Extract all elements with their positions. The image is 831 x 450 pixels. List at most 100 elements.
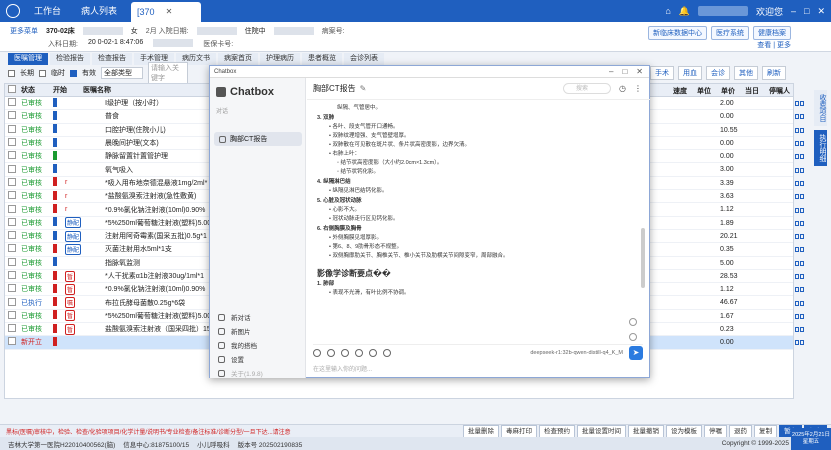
row-checkbox[interactable] [8,217,16,226]
list-icon[interactable] [795,114,799,120]
menu-about[interactable]: 关于(1.9.8) [218,366,263,380]
image-icon[interactable] [327,348,335,357]
header-price[interactable]: 单价 [721,86,745,96]
menu-new-image[interactable]: 新图片 [218,324,263,338]
row-checkbox[interactable] [8,204,16,213]
tab-case-home[interactable]: 病案首页 [218,53,258,65]
action-button[interactable]: 批量设置时间 [577,424,626,438]
list-icon[interactable] [795,327,799,333]
chat-search-input[interactable]: 搜索 [563,83,612,94]
tab-orders[interactable]: 医嘱管理 [8,53,48,65]
link-icon[interactable] [355,348,363,357]
list-icon[interactable] [795,127,799,133]
detail-icon[interactable] [800,207,804,213]
list-icon[interactable] [795,247,799,253]
action-button[interactable]: 退药 [729,424,752,438]
chat-input[interactable]: 在这里输入你的问题... [313,364,372,373]
detail-icon[interactable] [800,220,804,226]
header-start[interactable]: 开始 [53,85,83,95]
list-icon[interactable] [795,194,799,200]
clinical-data-center-button[interactable]: 新临床数据中心 [648,26,707,40]
bell-icon[interactable]: 🔔 [679,6,690,17]
row-checkbox[interactable] [8,138,16,147]
detail-icon[interactable] [800,194,804,200]
list-icon[interactable] [795,313,799,319]
row-checkbox[interactable] [8,257,16,266]
side-tab-charges[interactable]: 收费项目 [814,90,827,126]
health-record-button[interactable]: 健康档案 [753,26,791,40]
header-unit[interactable]: 单位 [697,86,721,96]
send-button[interactable]: ➤ [629,345,643,360]
list-icon[interactable] [795,207,799,213]
action-button[interactable]: 设为模板 [666,424,702,438]
tab-overview[interactable]: 患者概览 [302,53,342,65]
list-icon[interactable] [795,180,799,186]
select-all-checkbox[interactable] [8,85,16,93]
longterm-checkbox[interactable] [8,69,15,77]
detail-icon[interactable] [800,313,804,319]
row-checkbox[interactable] [8,231,16,240]
action-button[interactable]: 复制 [754,424,777,438]
action-button[interactable]: 批量撤销 [628,424,664,438]
more-icon[interactable]: ⋮ [634,84,642,93]
valid-checkbox[interactable] [70,69,77,77]
detail-icon[interactable] [800,340,804,346]
tab-patient-list[interactable]: 病人列表 [75,0,123,22]
detail-icon[interactable] [800,114,804,120]
close-icon[interactable]: ✕ [166,2,173,22]
maximize-icon[interactable]: □ [622,67,627,76]
tab-workbench[interactable]: 工作台 [28,0,67,22]
row-checkbox[interactable] [8,177,16,186]
maximize-icon[interactable]: □ [804,6,809,16]
refresh-button[interactable]: 刷新 [762,66,786,80]
tab-lab-report[interactable]: 检验报告 [50,53,90,65]
row-checkbox[interactable] [8,98,16,107]
list-icon[interactable] [795,154,799,160]
detail-icon[interactable] [800,274,804,279]
globe-icon[interactable] [369,348,377,357]
action-button[interactable]: 批量删除 [463,424,499,438]
header-order-name[interactable]: 医嘱名称 [83,85,203,95]
tab-consult[interactable]: 会诊列表 [344,53,384,65]
conversation-item[interactable]: 胸部CT报告 [214,132,302,146]
list-icon[interactable] [795,101,799,107]
conversation-search[interactable]: 对话 [216,106,228,115]
action-button[interactable]: 检查预约 [539,424,575,438]
other-button[interactable]: 其他 [734,66,758,80]
view-more-link[interactable]: 查看 | 更多 [757,40,791,50]
keyword-input[interactable]: 请输入关键字 [148,62,188,84]
tab-nursing[interactable]: 护理病历 [260,53,300,65]
minimize-icon[interactable]: – [791,6,796,16]
taskbar-clock[interactable]: 2025年2月21日 星期五 [791,428,831,450]
list-icon[interactable] [795,220,799,226]
detail-icon[interactable] [800,327,804,333]
row-checkbox[interactable] [8,124,16,133]
minimize-icon[interactable]: – [609,67,613,76]
close-icon[interactable]: ✕ [636,67,643,76]
list-icon[interactable] [795,274,799,279]
row-checkbox[interactable] [8,297,16,306]
consult-button[interactable]: 会诊 [706,66,730,80]
detail-icon[interactable] [800,247,804,253]
menu-partners[interactable]: 我的搭档 [218,338,263,352]
detail-icon[interactable] [800,180,804,186]
row-checkbox[interactable] [8,310,16,319]
header-state[interactable]: 状态 [17,85,53,95]
row-checkbox[interactable] [8,337,16,346]
list-icon[interactable] [795,300,799,306]
add-icon[interactable] [629,318,637,326]
temp-checkbox[interactable] [39,69,46,77]
header-speed[interactable]: 速度 [673,86,697,96]
detail-icon[interactable] [800,260,804,266]
tab-current-patient[interactable]: [370 ✕ [131,2,202,22]
row-checkbox[interactable] [8,164,16,173]
row-checkbox[interactable] [8,151,16,160]
folder-icon[interactable] [341,348,349,357]
side-tab-execution[interactable]: 执行明细 [814,130,827,166]
detail-icon[interactable] [800,101,804,107]
list-icon[interactable] [795,234,799,240]
list-icon[interactable] [795,340,799,346]
list-icon[interactable] [795,260,799,266]
attach-icon[interactable] [313,348,321,357]
detail-icon[interactable] [800,167,804,173]
